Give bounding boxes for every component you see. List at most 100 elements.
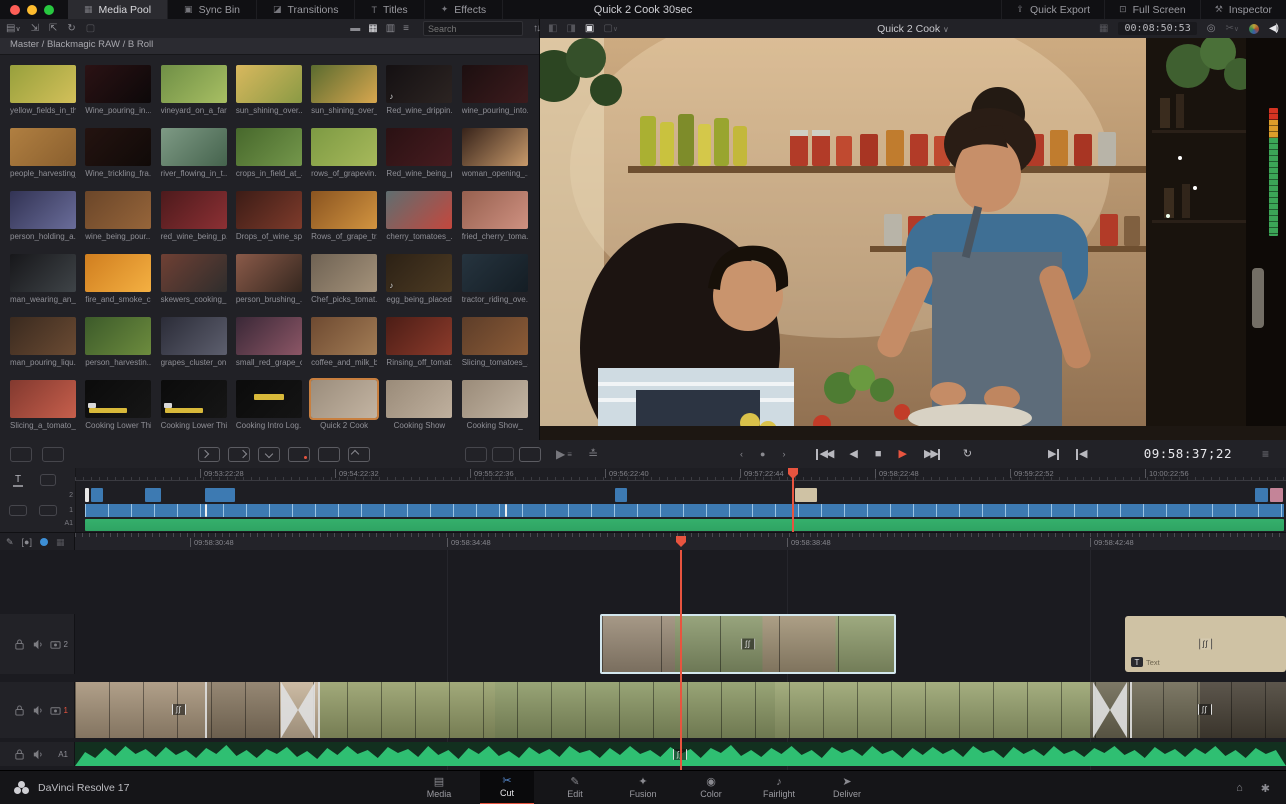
clip-thumbnail[interactable]: ♪ bbox=[386, 254, 452, 292]
smart-insert-icon[interactable] bbox=[198, 446, 220, 462]
clip-thumbnail[interactable] bbox=[161, 317, 227, 355]
full-extent-zoom-icon[interactable] bbox=[465, 446, 487, 462]
media-clip[interactable]: Rows_of_grape_tr... bbox=[311, 191, 377, 241]
media-clip[interactable]: ♪ egg_being_placed... bbox=[386, 254, 452, 304]
flag-icon[interactable] bbox=[40, 538, 48, 546]
media-clip[interactable]: Rinsing_off_tomat... bbox=[386, 317, 452, 367]
viewer-video-area[interactable] bbox=[540, 38, 1286, 440]
volume-icon[interactable]: ◀) bbox=[1269, 24, 1278, 34]
viewer-options-dropdown[interactable]: ▢∨ bbox=[603, 24, 618, 34]
clip-thumbnail[interactable] bbox=[85, 254, 151, 292]
media-clip[interactable]: Cooking Lower Thi... bbox=[85, 380, 151, 430]
step-back-button[interactable]: ◀ bbox=[849, 449, 857, 460]
clip-thumbnail[interactable]: ♪ bbox=[386, 65, 452, 103]
media-clip[interactable]: skewers_cooking_... bbox=[161, 254, 227, 304]
close-window-button[interactable] bbox=[10, 5, 20, 15]
media-clip[interactable]: ♪ Red_wine_drippin... bbox=[386, 65, 452, 115]
strip-view-icon[interactable]: ▬ bbox=[350, 24, 360, 34]
breadcrumb[interactable]: Master / Blackmagic RAW / B Roll bbox=[0, 38, 539, 55]
clip-thumbnail[interactable] bbox=[85, 128, 151, 166]
page-tab[interactable]: ➤ Deliver bbox=[820, 771, 874, 804]
page-tab[interactable]: ◉ Color bbox=[684, 771, 738, 804]
lens-icon[interactable]: ◎ bbox=[1207, 24, 1216, 34]
media-clip[interactable]: small_red_grape_c... bbox=[236, 317, 302, 367]
list-view-icon[interactable]: ≡ bbox=[403, 24, 409, 34]
timeline-options-menu-icon[interactable]: ≡ bbox=[1262, 446, 1269, 462]
dual-viewer-icon[interactable]: ◨ bbox=[566, 24, 575, 34]
source-overwrite-icon[interactable] bbox=[348, 446, 370, 462]
media-clip[interactable]: fire_and_smoke_c... bbox=[85, 254, 151, 304]
page-tab[interactable]: ✎ Edit bbox=[548, 771, 602, 804]
search-input[interactable] bbox=[423, 21, 523, 36]
clip-thumbnail[interactable] bbox=[10, 317, 76, 355]
clip-thumbnail[interactable] bbox=[311, 317, 377, 355]
zoom-window-button[interactable] bbox=[44, 5, 54, 15]
lock-icon[interactable] bbox=[14, 749, 25, 760]
stop-button[interactable]: ■ bbox=[875, 449, 882, 460]
clip-thumbnail[interactable] bbox=[161, 191, 227, 229]
titlebar-button[interactable]: ⇪ Quick Export bbox=[1001, 0, 1104, 19]
media-clip[interactable]: Quick 2 Cook bbox=[311, 380, 377, 430]
mute-speaker-icon[interactable] bbox=[32, 639, 43, 650]
clip-thumbnail[interactable] bbox=[311, 128, 377, 166]
clip-thumbnail[interactable] bbox=[462, 128, 528, 166]
panel-toggle-tab[interactable]: ✦ Effects bbox=[425, 0, 503, 19]
go-to-end-button[interactable]: ▶▶ bbox=[924, 449, 940, 460]
clip-thumbnail[interactable] bbox=[311, 191, 377, 229]
go-to-start-button[interactable]: ◀◀ bbox=[816, 449, 832, 460]
clip-thumbnail[interactable] bbox=[386, 317, 452, 355]
custom-zoom-icon[interactable] bbox=[519, 446, 541, 462]
bin-selector-icon[interactable]: ▤∨ bbox=[6, 24, 21, 34]
media-clip[interactable]: Cooking Lower Thi... bbox=[161, 380, 227, 430]
clip-thumbnail[interactable] bbox=[236, 254, 302, 292]
clip-thumbnail[interactable] bbox=[386, 128, 452, 166]
next-edit-icon[interactable]: ▶ bbox=[1048, 446, 1059, 462]
lock-icon[interactable] bbox=[14, 705, 25, 716]
panel-toggle-tab[interactable]: ▦ Media Pool bbox=[68, 0, 168, 19]
media-clip[interactable]: Slicing_a_tomato_... bbox=[10, 380, 76, 430]
loop-out-icon[interactable]: › bbox=[782, 450, 785, 459]
media-clip[interactable]: man_pouring_liqu... bbox=[10, 317, 76, 367]
media-clip[interactable]: Cooking Show_ bbox=[462, 380, 528, 430]
mute-speaker-icon[interactable] bbox=[32, 749, 43, 760]
clip-thumbnail[interactable] bbox=[236, 317, 302, 355]
media-clip[interactable]: person_harvestin... bbox=[85, 317, 151, 367]
titlebar-button[interactable]: ⊡ Full Screen bbox=[1104, 0, 1200, 19]
page-tab[interactable]: ✂ Cut bbox=[480, 771, 534, 804]
import-media-icon[interactable]: ⇲ bbox=[31, 24, 39, 34]
timeline-viewer-icon[interactable]: ▣ bbox=[585, 24, 594, 34]
track-header-v1[interactable]: 1 bbox=[0, 682, 75, 738]
media-clip[interactable]: woman_opening_... bbox=[462, 128, 528, 178]
clip-thumbnail[interactable] bbox=[10, 128, 76, 166]
clip-thumbnail[interactable] bbox=[85, 317, 151, 355]
overview-ruler[interactable]: 09:53:22:28 09:54:22:32 09:55:22:36 09:5… bbox=[75, 468, 1286, 481]
media-clip[interactable]: person_brushing_... bbox=[236, 254, 302, 304]
media-clip[interactable]: Cooking Intro Log... bbox=[236, 380, 302, 430]
clip-thumbnail[interactable] bbox=[462, 380, 528, 418]
media-clip[interactable]: Red_wine_being_p... bbox=[386, 128, 452, 178]
panel-toggle-tab[interactable]: ▣ Sync Bin bbox=[168, 0, 257, 19]
place-on-top-icon[interactable] bbox=[318, 446, 340, 462]
curve-tool-icon[interactable]: ✎ bbox=[6, 538, 14, 547]
media-clip[interactable]: river_flowing_in_t... bbox=[161, 128, 227, 178]
match-cut-icon[interactable]: ✂∨ bbox=[1225, 24, 1239, 34]
clip-thumbnail[interactable] bbox=[161, 65, 227, 103]
timeline-resolution-icon[interactable] bbox=[10, 446, 32, 462]
clip-thumbnail[interactable] bbox=[10, 254, 76, 292]
sort-icon[interactable]: ↑↓ bbox=[533, 24, 539, 34]
loop-in-icon[interactable]: ‹ bbox=[740, 450, 743, 459]
playback-options-icon[interactable]: ▶≡ bbox=[556, 446, 572, 462]
media-clip[interactable]: Slicing_tomatoes_... bbox=[462, 317, 528, 367]
clip-thumbnail[interactable] bbox=[462, 191, 528, 229]
marker-dot-icon[interactable]: ● bbox=[760, 450, 765, 459]
edit-point[interactable] bbox=[205, 682, 207, 738]
media-clip[interactable]: rows_of_grapevin... bbox=[311, 128, 377, 178]
film-cam-icon[interactable]: ▦ bbox=[56, 538, 65, 547]
clip-thumbnail[interactable] bbox=[236, 380, 302, 418]
edit-point[interactable] bbox=[318, 682, 320, 738]
sync-bin-refresh-icon[interactable]: ↻ bbox=[67, 24, 75, 34]
media-clip[interactable]: wine_pouring_into... bbox=[462, 65, 528, 115]
video-track-icon[interactable] bbox=[50, 639, 61, 650]
page-tab[interactable]: ♪ Fairlight bbox=[752, 771, 806, 804]
timeline-playhead[interactable] bbox=[680, 550, 682, 770]
